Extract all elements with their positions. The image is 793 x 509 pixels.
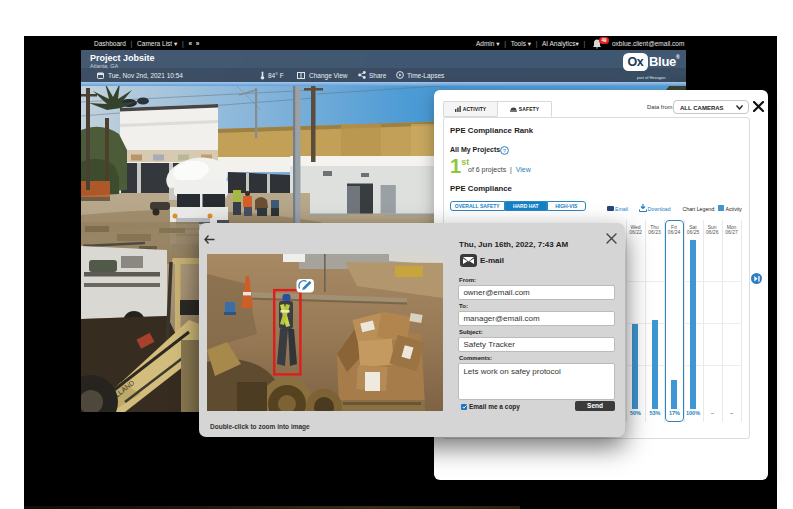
- svg-text:?: ?: [503, 147, 507, 153]
